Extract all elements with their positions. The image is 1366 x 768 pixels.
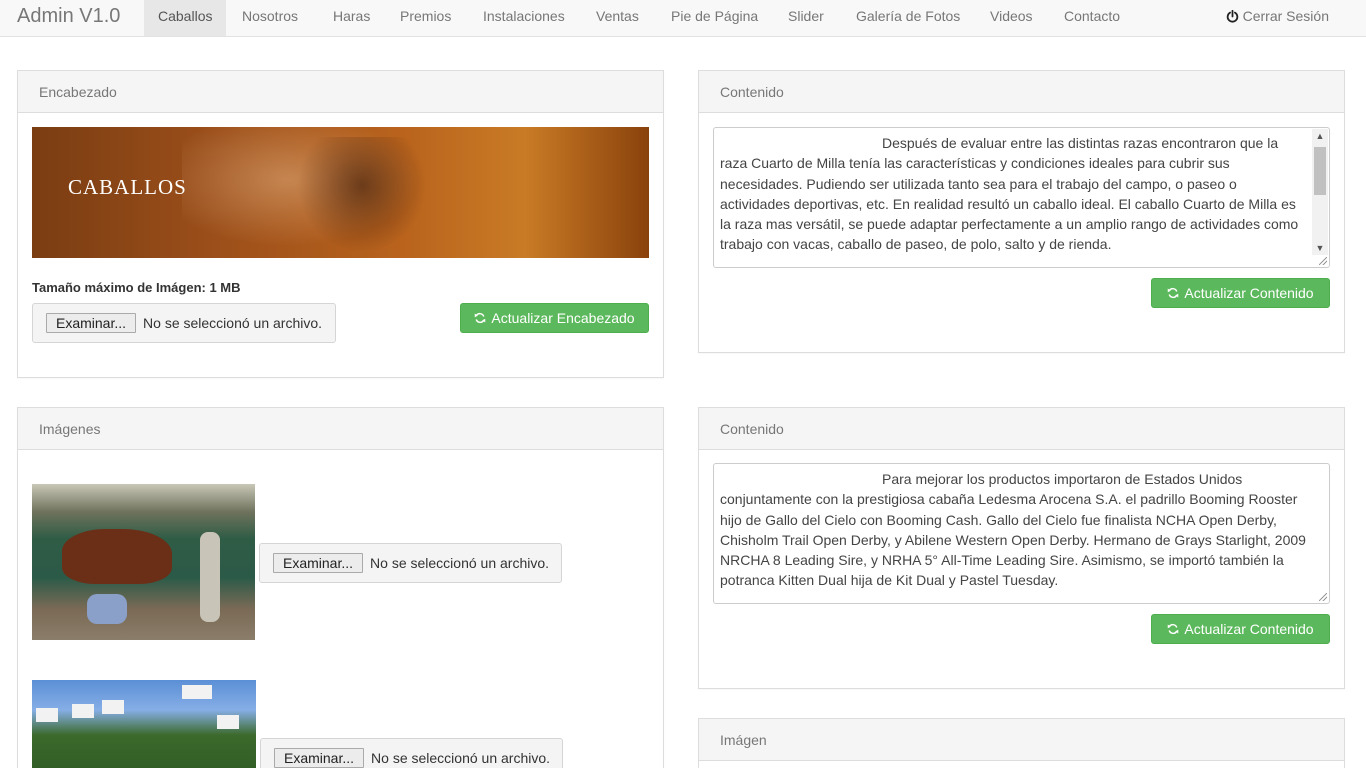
update-content-label: Actualizar Contenido	[1184, 285, 1314, 301]
nav-item-pie-de-pagina[interactable]: Pie de Página	[657, 0, 772, 36]
resize-grip-icon[interactable]	[1319, 257, 1327, 265]
top-navbar: Admin V1.0 Caballos Nosotros Haras Premi…	[0, 0, 1366, 37]
browse-button[interactable]: Examinar...	[273, 553, 364, 573]
panel-title: Contenido	[699, 71, 1344, 113]
content-text-1: Después de evaluar entre las distintas r…	[720, 135, 1299, 253]
panel-title: Imágenes	[18, 408, 663, 450]
max-size-label: Tamaño máximo de Imágen: 1 MB	[32, 280, 241, 295]
encabezado-panel: Encabezado CABALLOS Tamaño máximo de Imá…	[17, 70, 664, 378]
header-banner-image: CABALLOS	[32, 127, 649, 258]
imagenes-panel: Imágenes Examinar... No se seleccionó un…	[17, 407, 664, 768]
nav-item-slider[interactable]: Slider	[774, 0, 838, 36]
brand-title[interactable]: Admin V1.0	[17, 5, 120, 28]
contenido-panel-2: Contenido Para mejorar los productos imp…	[698, 407, 1345, 689]
nav-item-premios[interactable]: Premios	[386, 0, 465, 36]
banner-text: CABALLOS	[68, 175, 187, 199]
nav-item-caballos[interactable]: Caballos	[144, 0, 227, 36]
nav-item-ventas[interactable]: Ventas	[582, 0, 653, 36]
resize-grip-icon[interactable]	[1319, 593, 1327, 601]
contenido-panel-1: Contenido Después de evaluar entre las d…	[698, 70, 1345, 353]
panel-title: Contenido	[699, 408, 1344, 450]
gallery-image-2	[32, 680, 256, 768]
refresh-icon	[475, 312, 486, 324]
power-icon	[1226, 10, 1238, 23]
panel-title: Imágen	[699, 719, 1344, 761]
nav-item-instalaciones[interactable]: Instalaciones	[469, 0, 579, 36]
update-header-label: Actualizar Encabezado	[491, 310, 635, 326]
logout-label: Cerrar Sesión	[1242, 8, 1329, 24]
file-status: No se seleccionó un archivo.	[371, 750, 551, 766]
update-content-button-1[interactable]: Actualizar Contenido	[1151, 278, 1330, 308]
panel-title: Encabezado	[18, 71, 663, 113]
nav-item-nosotros[interactable]: Nosotros	[228, 0, 312, 36]
nav-item-galeria-de-fotos[interactable]: Galería de Fotos	[842, 0, 974, 36]
file-status: No se seleccionó un archivo.	[370, 555, 550, 571]
content-textarea-2[interactable]: Para mejorar los productos importaron de…	[713, 463, 1330, 604]
browse-button[interactable]: Examinar...	[274, 748, 365, 768]
imagen-panel: Imágen	[698, 718, 1345, 768]
nav-item-contacto[interactable]: Contacto	[1050, 0, 1134, 36]
nav-item-haras[interactable]: Haras	[319, 0, 384, 36]
image-file-input-1[interactable]: Examinar... No se seleccionó un archivo.	[259, 543, 562, 583]
content-text-2: Para mejorar los productos importaron de…	[720, 471, 1306, 589]
update-content-button-2[interactable]: Actualizar Contenido	[1151, 614, 1330, 644]
header-file-input[interactable]: Examinar... No se seleccionó un archivo.	[32, 303, 336, 343]
refresh-icon	[1168, 623, 1179, 635]
logout-link[interactable]: Cerrar Sesión	[1226, 0, 1329, 33]
image-file-input-2[interactable]: Examinar... No se seleccionó un archivo.	[260, 738, 563, 768]
update-content-label: Actualizar Contenido	[1184, 621, 1314, 637]
browse-button[interactable]: Examinar...	[46, 313, 137, 333]
update-header-button[interactable]: Actualizar Encabezado	[460, 303, 649, 333]
gallery-image-1	[32, 484, 255, 640]
file-status: No se seleccionó un archivo.	[143, 315, 323, 331]
nav-item-videos[interactable]: Videos	[976, 0, 1047, 36]
content-textarea-1[interactable]: Después de evaluar entre las distintas r…	[713, 127, 1330, 268]
scrollbar[interactable]: ▲ ▼	[1312, 129, 1328, 255]
refresh-icon	[1168, 287, 1179, 299]
